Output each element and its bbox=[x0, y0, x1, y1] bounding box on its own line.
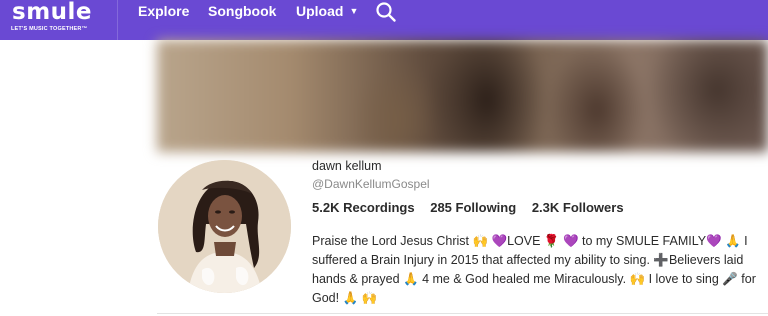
profile-cover-image bbox=[157, 40, 768, 152]
search-icon[interactable] bbox=[375, 1, 397, 23]
bio-line: hands & prayed 🙏 4 me & God healed me Mi… bbox=[312, 272, 756, 286]
smule-logo[interactable]: smule LET'S MUSIC TOGETHER™ bbox=[0, 0, 118, 40]
recordings-count[interactable]: 5.2K Recordings bbox=[312, 200, 415, 215]
nav-upload-label: Upload bbox=[296, 3, 344, 19]
bio-line: suffered a Brain Injury in 2015 that aff… bbox=[312, 253, 744, 267]
following-count[interactable]: 285 Following bbox=[430, 200, 516, 215]
bio-line: God! 🙏 🙌 bbox=[312, 291, 378, 305]
profile-display-name: dawn kellum bbox=[312, 159, 382, 173]
nav-upload-menu[interactable]: Upload ▼ bbox=[296, 3, 358, 19]
profile-avatar bbox=[158, 160, 291, 293]
logo-tagline: LET'S MUSIC TOGETHER™ bbox=[11, 26, 88, 32]
divider bbox=[157, 313, 768, 314]
profile-stats: 5.2K Recordings 285 Following 2.3K Follo… bbox=[312, 200, 624, 215]
nav-songbook[interactable]: Songbook bbox=[208, 3, 276, 19]
profile-handle: @DawnKellumGospel bbox=[312, 177, 430, 191]
followers-count[interactable]: 2.3K Followers bbox=[532, 200, 624, 215]
chevron-down-icon: ▼ bbox=[349, 6, 359, 16]
logo-wordmark: smule bbox=[12, 0, 93, 25]
profile-bio: Praise the Lord Jesus Christ 🙌 💜LOVE 🌹 💜… bbox=[312, 232, 762, 308]
nav-explore[interactable]: Explore bbox=[138, 3, 189, 19]
bio-line: Praise the Lord Jesus Christ 🙌 💜LOVE 🌹 💜… bbox=[312, 234, 748, 248]
top-nav-bar: smule LET'S MUSIC TOGETHER™ Explore Song… bbox=[0, 0, 768, 40]
